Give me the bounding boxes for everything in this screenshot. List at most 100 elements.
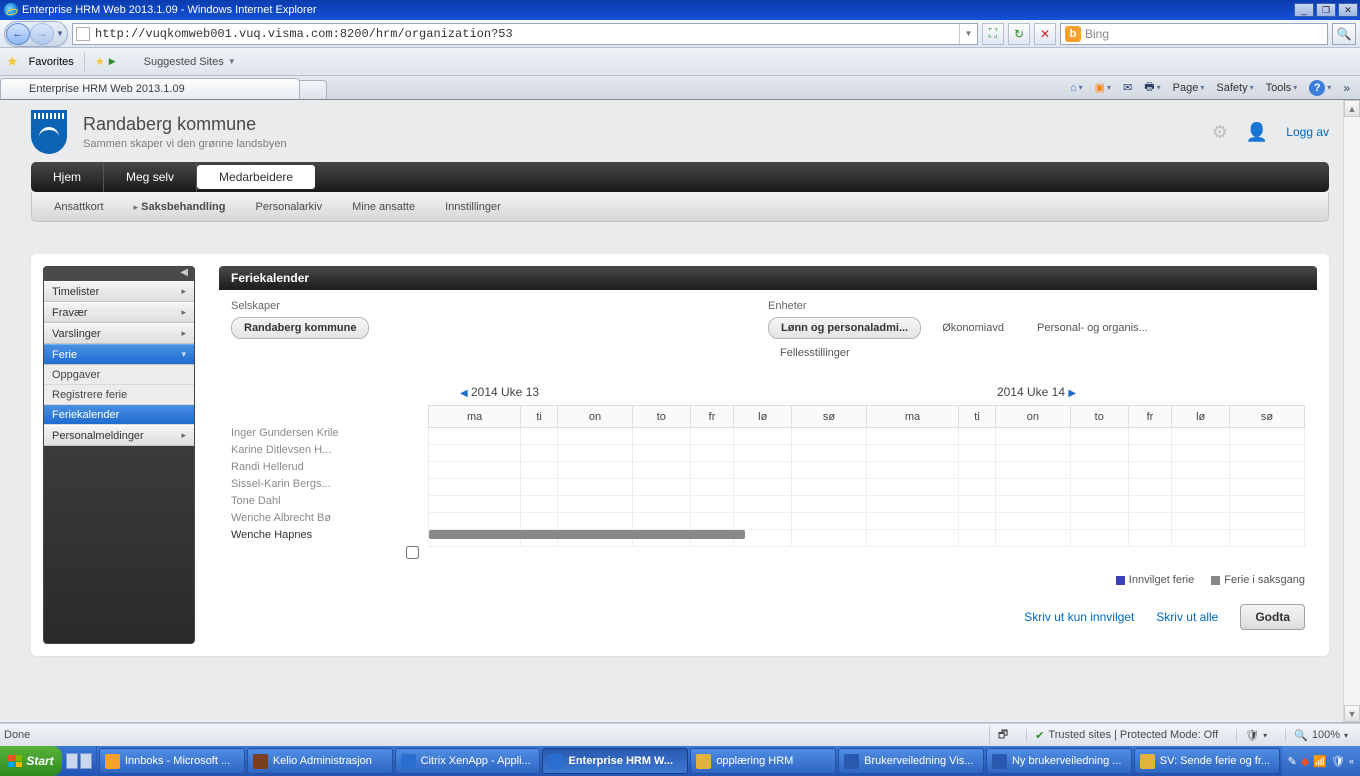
restore-button[interactable]: ❐ <box>1316 3 1336 17</box>
scroll-down-arrow[interactable]: ▼ <box>1344 705 1360 722</box>
tray-icon[interactable]: 📶 <box>1313 755 1327 768</box>
search-input[interactable] <box>1085 27 1327 41</box>
zoom-level[interactable]: 100% <box>1312 729 1340 741</box>
address-dropdown[interactable]: ▼ <box>959 24 977 44</box>
more-button[interactable]: » <box>1339 79 1354 97</box>
add-favorite-button[interactable]: ★▶ <box>95 55 116 68</box>
favorites-label[interactable]: Favorites <box>29 56 74 68</box>
close-button[interactable]: ✕ <box>1338 3 1358 17</box>
side-ferie[interactable]: Ferie▾ <box>44 344 194 365</box>
side-menu: ◀ Timelister▸ Fravær▸ Varslinger▸ Ferie▾… <box>43 266 195 644</box>
employee-row[interactable]: Tone Dahl <box>231 495 406 512</box>
nav-self[interactable]: Meg selv <box>104 162 197 192</box>
app-icon <box>1140 754 1155 769</box>
print-button[interactable]: 🖶▾ <box>1140 76 1164 99</box>
browser-tab[interactable]: Enterprise HRM Web 2013.1.09 <box>0 78 300 99</box>
start-button[interactable]: Start <box>0 746 62 776</box>
quick-launch-item[interactable] <box>66 753 78 769</box>
help-button[interactable]: ?▾ <box>1305 78 1335 98</box>
popup-blocker-icon[interactable]: 🗗 <box>998 726 1008 745</box>
unit-pill-3[interactable]: Personal- og organis... <box>1025 318 1160 338</box>
side-personalmeldinger[interactable]: Personalmeldinger▸ <box>44 425 194 446</box>
taskbar-tasks: Innboks - Microsoft ...Kelio Administras… <box>97 746 1282 776</box>
subnav-card[interactable]: Ansattkort <box>54 201 104 213</box>
search-button[interactable]: 🔍 <box>1332 23 1356 45</box>
zoom-icon[interactable]: 🔍 <box>1294 729 1308 742</box>
address-input[interactable] <box>93 24 959 44</box>
command-bar: ⌂▾ ▣▾ ✉ 🖶▾ Page▾ Safety▾ Tools▾ ?▾ » <box>1060 76 1360 99</box>
taskbar-button[interactable]: opplæring HRM <box>690 748 836 774</box>
vacation-bar-pending[interactable] <box>429 530 745 539</box>
print-all-link[interactable]: Skriv ut alle <box>1156 610 1218 624</box>
accept-button[interactable]: Godta <box>1240 604 1305 630</box>
employee-row[interactable]: Randi Hellerud <box>231 461 406 478</box>
mail-button[interactable]: ✉ <box>1119 79 1136 96</box>
subnav-settings[interactable]: Innstillinger <box>445 201 501 213</box>
next-week[interactable]: ▶ <box>1068 388 1076 399</box>
home-button[interactable]: ⌂▾ <box>1066 80 1087 96</box>
side-fravar[interactable]: Fravær▸ <box>44 302 194 323</box>
side-feriekalender[interactable]: Feriekalender <box>44 405 194 425</box>
side-registrere[interactable]: Registrere ferie <box>44 385 194 405</box>
tray-icon[interactable]: 🛡 <box>1331 755 1345 768</box>
org-tagline: Sammen skaper vi den grønne landsbyen <box>83 138 287 150</box>
nav-history-dropdown[interactable]: ▼ <box>54 23 66 45</box>
employee-row[interactable]: Sissel-Karin Bergs... <box>231 478 406 495</box>
back-button[interactable]: ← <box>6 23 30 45</box>
unit-pill-1[interactable]: Lønn og personaladmi... <box>768 317 921 339</box>
tray-icon[interactable]: ✎ <box>1288 755 1297 768</box>
subnav-case[interactable]: Saksbehandling <box>141 201 225 213</box>
sidebar-collapse[interactable]: ◀ <box>44 267 194 281</box>
subnav-mine[interactable]: Mine ansatte <box>352 201 415 213</box>
employee-row[interactable]: Wenche Hapnes <box>231 529 406 546</box>
user-icon[interactable]: 👤 <box>1246 122 1268 143</box>
stop-button[interactable]: ✕ <box>1034 23 1056 45</box>
vertical-scrollbar[interactable]: ▲ ▼ <box>1343 100 1360 722</box>
taskbar-button[interactable]: Kelio Administrasjon <box>247 748 393 774</box>
minimize-button[interactable]: _ <box>1294 3 1314 17</box>
scroll-up-arrow[interactable]: ▲ <box>1344 100 1360 117</box>
employee-row[interactable]: Inger Gundersen Krile <box>231 427 406 444</box>
address-bar[interactable]: ▼ <box>72 23 978 45</box>
employee-checkbox[interactable] <box>406 546 419 559</box>
taskbar-button[interactable]: Ny brukerveiledning ... <box>986 748 1132 774</box>
protected-mode-icon[interactable]: 🛡 <box>1245 729 1259 742</box>
company-pill[interactable]: Randaberg kommune <box>231 317 369 339</box>
nav-home[interactable]: Hjem <box>31 162 104 192</box>
new-tab-button[interactable] <box>299 80 327 99</box>
unit-pill-2[interactable]: Økonomiavd <box>930 318 1016 338</box>
settings-gear-icon[interactable]: ⚙ <box>1212 122 1228 143</box>
unit-pill-4[interactable]: Fellesstillinger <box>768 343 862 363</box>
system-tray[interactable]: ✎ ◆ 📶 🛡 « <box>1282 746 1360 776</box>
tray-icon[interactable]: ◆ <box>1301 755 1309 768</box>
refresh-button[interactable]: ↻ <box>1008 23 1030 45</box>
tray-expand[interactable]: « <box>1349 756 1354 766</box>
tab-title: Enterprise HRM Web 2013.1.09 <box>29 83 185 95</box>
suggested-sites-link[interactable]: Suggested Sites ▼ <box>126 55 236 69</box>
side-oppgaver[interactable]: Oppgaver <box>44 365 194 385</box>
page-menu[interactable]: Page▾ <box>1169 80 1209 96</box>
favorites-star-icon[interactable]: ★ <box>6 53 19 70</box>
day-header: on <box>995 406 1070 428</box>
safety-menu[interactable]: Safety▾ <box>1212 80 1257 96</box>
taskbar-button[interactable]: Innboks - Microsoft ... <box>99 748 245 774</box>
forward-button[interactable]: → <box>30 23 54 45</box>
search-bar[interactable]: b <box>1060 23 1328 45</box>
taskbar-button[interactable]: SV: Sende ferie og fr... <box>1134 748 1280 774</box>
taskbar-button[interactable]: Citrix XenApp - Appli... <box>395 748 541 774</box>
subnav-archive[interactable]: Personalarkiv <box>255 201 322 213</box>
tools-menu[interactable]: Tools▾ <box>1262 80 1302 96</box>
prev-week[interactable]: ◀ <box>460 388 468 399</box>
logoff-link[interactable]: Logg av <box>1286 125 1329 139</box>
taskbar-button[interactable]: Brukerveiledning Vis... <box>838 748 984 774</box>
taskbar-button[interactable]: Enterprise HRM W... <box>542 748 688 774</box>
employee-row[interactable]: Wenche Albrecht Bø <box>231 512 406 529</box>
compat-view-button[interactable]: ⛶ <box>982 23 1004 45</box>
quick-launch-item[interactable] <box>80 753 92 769</box>
side-timelister[interactable]: Timelister▸ <box>44 281 194 302</box>
print-approved-link[interactable]: Skriv ut kun innvilget <box>1024 610 1134 624</box>
side-varslinger[interactable]: Varslinger▸ <box>44 323 194 344</box>
employee-row[interactable]: Karine Ditlevsen H... <box>231 444 406 461</box>
nav-employees[interactable]: Medarbeidere <box>197 165 315 189</box>
feeds-button[interactable]: ▣▾ <box>1091 79 1115 96</box>
